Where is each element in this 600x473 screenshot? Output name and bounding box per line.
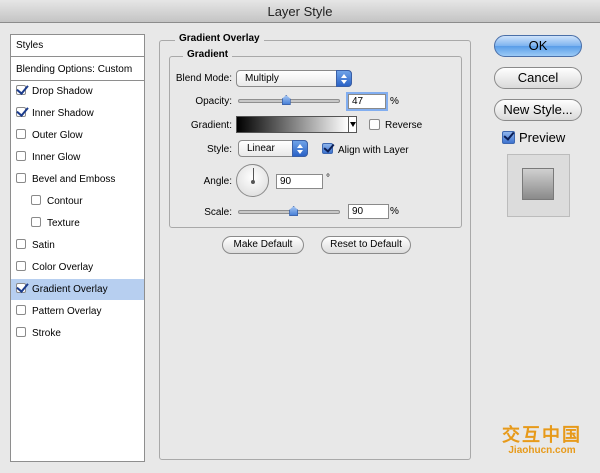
- blend-mode-label: Blend Mode:: [175, 73, 232, 84]
- sidebar-item-label: Inner Shadow: [32, 108, 94, 119]
- sidebar-item-label: Blending Options: Custom: [16, 64, 133, 75]
- opacity-input[interactable]: 47: [348, 94, 386, 109]
- angle-label: Angle:: [203, 176, 232, 187]
- window-title: Layer Style: [0, 0, 600, 23]
- scale-input[interactable]: 90: [348, 204, 389, 219]
- styles-header[interactable]: Styles: [11, 35, 144, 57]
- gradient-picker-arrow-icon[interactable]: [348, 116, 357, 133]
- scale-label: Scale:: [204, 207, 232, 218]
- sidebar-item-label: Pattern Overlay: [32, 306, 102, 317]
- sidebar-item-label: Satin: [32, 240, 55, 251]
- sidebar-item-label: Contour: [47, 196, 83, 207]
- sidebar-item-contour[interactable]: Contour: [11, 191, 144, 213]
- sidebar-checkbox[interactable]: [16, 129, 26, 139]
- sidebar-item-gradient-overlay[interactable]: Gradient Overlay: [11, 279, 144, 301]
- sidebar-item-stroke[interactable]: Stroke: [11, 323, 144, 345]
- select-arrows-icon: [292, 140, 308, 157]
- sidebar-item-label: Bevel and Emboss: [32, 174, 116, 185]
- align-with-layer-checkbox[interactable]: [322, 143, 333, 154]
- styles-list: Styles Blending Options: Custom Drop Shad…: [10, 34, 145, 462]
- sidebar-checkbox[interactable]: [31, 195, 41, 205]
- angle-center-dot: [251, 180, 255, 184]
- sidebar-checkbox[interactable]: [31, 217, 41, 227]
- sidebar-item-label: Outer Glow: [32, 130, 83, 141]
- align-with-layer-label: Align with Layer: [338, 145, 409, 156]
- cancel-button[interactable]: Cancel: [494, 67, 582, 89]
- sidebar-checkbox[interactable]: [16, 305, 26, 315]
- sidebar-item-satin[interactable]: Satin: [11, 235, 144, 257]
- ok-button[interactable]: OK: [494, 35, 582, 57]
- sidebar-item-blending-options-custom[interactable]: Blending Options: Custom: [11, 59, 144, 81]
- sidebar-item-label: Stroke: [32, 328, 61, 339]
- angle-input[interactable]: 90: [276, 174, 323, 189]
- sidebar-item-bevel-and-emboss[interactable]: Bevel and Emboss: [11, 169, 144, 191]
- blend-mode-select[interactable]: Multiply: [236, 70, 352, 87]
- make-default-button[interactable]: Make Default: [222, 236, 304, 254]
- sidebar-checkbox[interactable]: [16, 261, 26, 271]
- blend-mode-value: Multiply: [245, 73, 279, 84]
- sidebar-checkbox[interactable]: [16, 85, 26, 95]
- sidebar-checkbox[interactable]: [16, 283, 26, 293]
- select-arrows-icon: [336, 70, 352, 87]
- scale-slider-track[interactable]: [238, 210, 340, 214]
- sidebar-checkbox[interactable]: [16, 107, 26, 117]
- preview-thumbnail: [522, 168, 554, 200]
- sidebar-item-label: Texture: [47, 218, 80, 229]
- preview-checkbox[interactable]: [502, 131, 515, 144]
- sidebar-checkbox[interactable]: [16, 327, 26, 337]
- sidebar-item-drop-shadow[interactable]: Drop Shadow: [11, 81, 144, 103]
- style-select[interactable]: Linear: [238, 140, 308, 157]
- opacity-label: Opacity:: [195, 96, 232, 107]
- gradient-swatch[interactable]: [236, 116, 349, 133]
- angle-unit: °: [326, 173, 330, 184]
- sidebar-item-label: Color Overlay: [32, 262, 94, 273]
- sidebar-item-outer-glow[interactable]: Outer Glow: [11, 125, 144, 147]
- sidebar-item-color-overlay[interactable]: Color Overlay: [11, 257, 144, 279]
- sidebar-item-label: Gradient Overlay: [32, 284, 108, 295]
- sidebar-item-label: Drop Shadow: [32, 86, 93, 97]
- sidebar-item-pattern-overlay[interactable]: Pattern Overlay: [11, 301, 144, 323]
- opacity-unit: %: [390, 96, 399, 107]
- sidebar-item-inner-shadow[interactable]: Inner Shadow: [11, 103, 144, 125]
- reverse-checkbox[interactable]: [369, 119, 380, 130]
- reverse-label: Reverse: [385, 120, 423, 131]
- watermark-logo: 交互中国: [502, 425, 582, 445]
- reset-to-default-button[interactable]: Reset to Default: [321, 236, 411, 254]
- gradient-label: Gradient:: [190, 120, 232, 131]
- sidebar-checkbox[interactable]: [16, 239, 26, 249]
- preview-label: Preview: [519, 130, 566, 145]
- sidebar-item-label: Inner Glow: [32, 152, 81, 163]
- panel-title: Gradient Overlay: [175, 33, 264, 44]
- new-style-button[interactable]: New Style...: [494, 99, 582, 121]
- angle-dial[interactable]: [236, 164, 269, 197]
- style-label: Style:: [206, 144, 232, 155]
- group-title: Gradient: [183, 49, 233, 60]
- watermark: 交互中国 Jiaohucn.com: [487, 425, 597, 457]
- sidebar-item-texture[interactable]: Texture: [11, 213, 144, 235]
- style-value: Linear: [247, 143, 275, 154]
- watermark-url: Jiaohucn.com: [508, 445, 576, 456]
- scale-unit: %: [390, 206, 399, 217]
- sidebar-checkbox[interactable]: [16, 173, 26, 183]
- sidebar-checkbox[interactable]: [16, 151, 26, 161]
- sidebar-item-inner-glow[interactable]: Inner Glow: [11, 147, 144, 169]
